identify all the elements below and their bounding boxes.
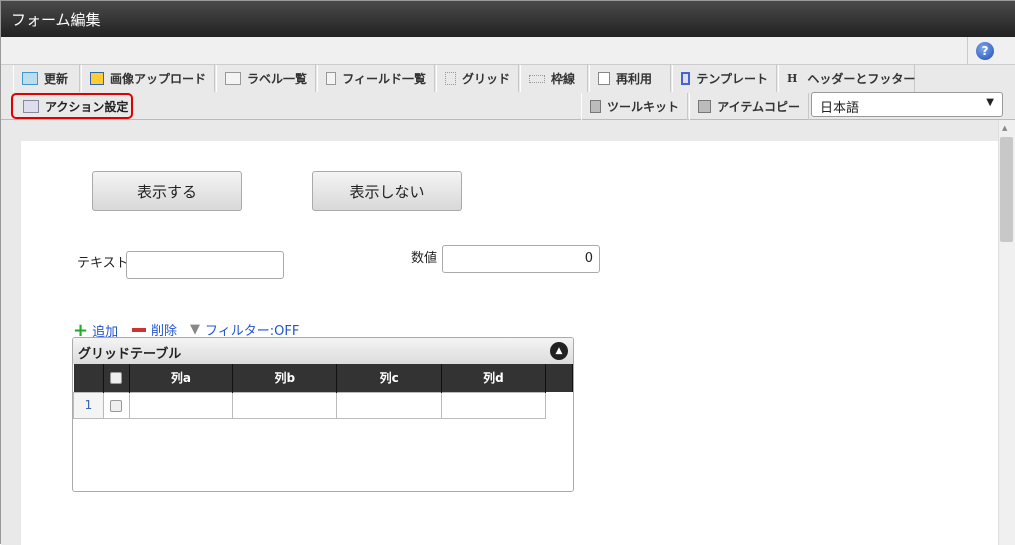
update-icon (22, 72, 38, 85)
grid-header: グリッドテーブル ▲ (73, 338, 573, 364)
action-settings-button[interactable]: アクション設定 (11, 93, 133, 119)
tab-border[interactable]: 枠線 (520, 65, 588, 92)
toolkit-label: ツールキット (606, 100, 679, 114)
tab-reuse[interactable]: 再利用 (589, 65, 671, 92)
dropdown-arrow-icon: ▼ (986, 97, 994, 108)
scroll-up-icon[interactable]: ▲ (1002, 124, 1007, 132)
filler-cell (546, 392, 573, 418)
grid: 列a 列b 列c 列d 1 (73, 364, 573, 419)
tab-label-list[interactable]: ラベル一覧 (216, 65, 316, 92)
toolbox-icon (590, 100, 601, 113)
row-number: 1 (73, 391, 104, 419)
list-icon (326, 72, 337, 85)
tab-grid[interactable]: グリッド (436, 65, 519, 92)
template-icon (681, 72, 691, 85)
share-arrow-icon (23, 99, 39, 113)
tab-label: テンプレート (696, 72, 768, 86)
divider (967, 37, 968, 65)
rownum-header (73, 364, 104, 392)
language-select[interactable]: 日本語 ▼ (811, 92, 1003, 117)
header-row: 列a 列b 列c 列d (73, 364, 573, 392)
tab-header-footer[interactable]: H ヘッダーとフッター (778, 65, 915, 92)
row-checkbox[interactable] (110, 399, 123, 412)
tab-update[interactable]: 更新 (13, 65, 80, 92)
toolbox-icon (698, 100, 712, 113)
collapse-icon[interactable]: ▲ (550, 342, 568, 360)
text-label: テキスト (77, 256, 129, 271)
number-input[interactable]: 0 (442, 245, 600, 273)
tab-field-list[interactable]: フィールド一覧 (317, 65, 435, 92)
show-button[interactable]: 表示する (92, 171, 242, 211)
cell-a[interactable] (128, 391, 234, 419)
column-header[interactable]: 列d (441, 364, 547, 392)
border-icon (529, 74, 545, 83)
column-header[interactable]: 列a (129, 364, 234, 392)
tab-label: ヘッダーとフッター (807, 72, 916, 86)
tab-label: 再利用 (616, 72, 653, 86)
toolkit-button[interactable]: ツールキット (581, 93, 688, 120)
language-value: 日本語 (820, 101, 860, 116)
text-input[interactable] (126, 251, 284, 279)
number-label: 数値 (411, 251, 438, 266)
tab-image-upload[interactable]: 画像アップロード (81, 65, 215, 92)
tab-label: 枠線 (551, 72, 576, 86)
cell-b[interactable] (232, 391, 338, 419)
image-upload-icon (90, 72, 104, 85)
item-copy-button[interactable]: アイテムコピー (689, 93, 809, 120)
tab-label: グリッド (461, 72, 510, 86)
filler-header (545, 364, 573, 392)
grid-icon (445, 72, 456, 85)
help-bar (1, 37, 1015, 65)
hide-button[interactable]: 表示しない (312, 171, 462, 211)
select-all-header (103, 364, 130, 392)
copy-icon (598, 72, 610, 85)
column-header[interactable]: 列c (336, 364, 442, 392)
column-header[interactable]: 列b (232, 364, 338, 392)
grid-title: グリッドテーブル (78, 347, 182, 362)
minus-icon (132, 327, 146, 332)
help-icon[interactable]: ? (976, 42, 994, 60)
row-checkbox-cell (102, 391, 130, 419)
window-title: フォーム編集 (1, 1, 1015, 37)
filter-icon: ▼ (190, 322, 200, 337)
item-copy-label: アイテムコピー (717, 100, 800, 114)
tab-label: 更新 (44, 72, 69, 86)
cell-c[interactable] (336, 391, 442, 419)
grid-table: グリッドテーブル ▲ 列a 列b 列c 列d 1 (72, 337, 574, 492)
tab-label: フィールド一覧 (342, 72, 426, 86)
tab-template[interactable]: テンプレート (672, 65, 777, 92)
cell-d[interactable] (440, 391, 547, 419)
tab-label: ラベル一覧 (246, 72, 307, 86)
action-settings-label: アクション設定 (45, 99, 129, 114)
scrollbar-thumb[interactable] (1000, 137, 1013, 242)
table-row: 1 (73, 391, 573, 419)
header-icon: H (787, 72, 798, 85)
select-all-checkbox[interactable] (110, 372, 123, 385)
list-icon (225, 72, 241, 85)
tab-label: 画像アップロード (109, 72, 206, 86)
